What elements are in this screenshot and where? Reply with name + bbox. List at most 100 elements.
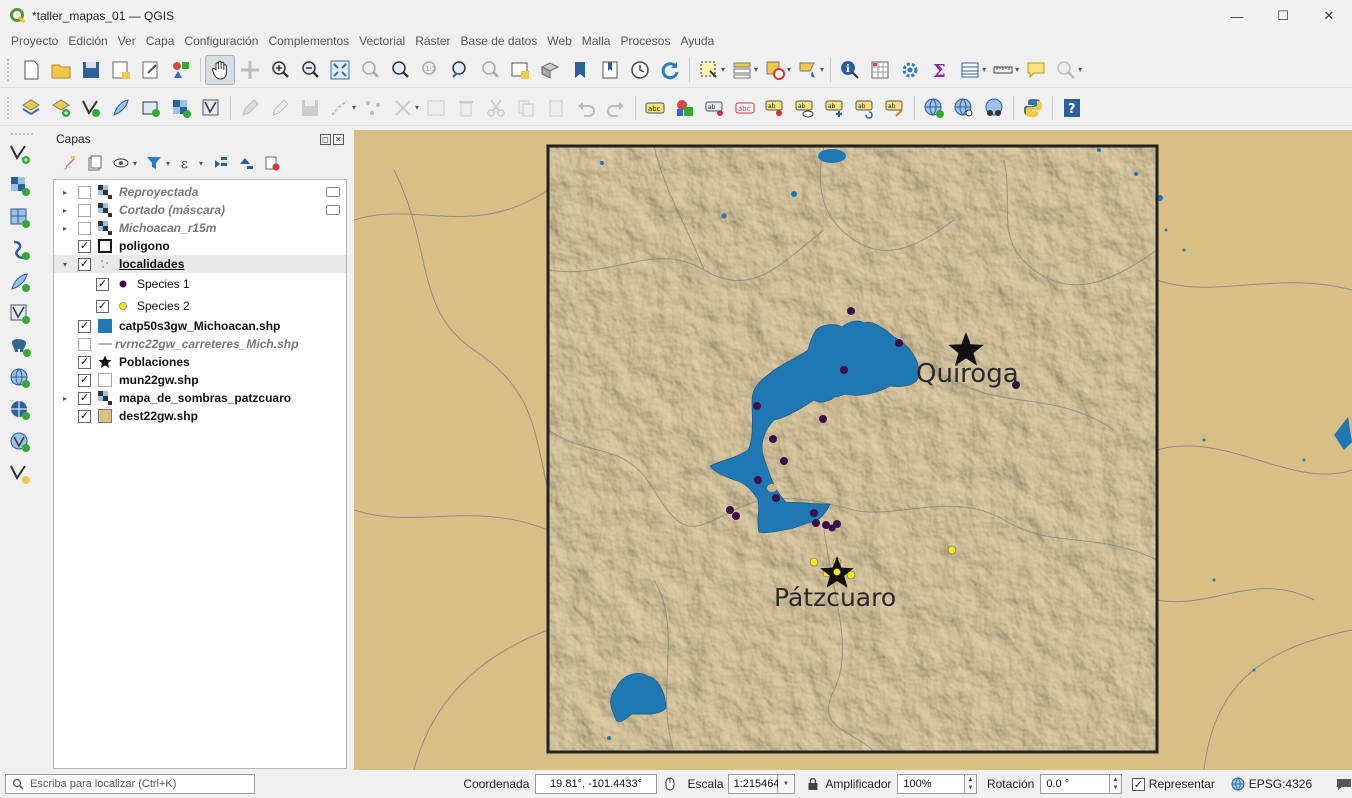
collapse-all-button[interactable] xyxy=(235,152,257,174)
layer-row-mapa-de-sombras[interactable]: ▸ ✓ mapa_de_sombras_patzcuaro xyxy=(54,389,346,407)
zoom-out-button[interactable] xyxy=(295,55,325,85)
layer-row-localidades[interactable]: ▾ ✓ localidades xyxy=(54,255,346,273)
change-label-button[interactable]: ab xyxy=(880,93,910,123)
layer-row-michoacan-r15m[interactable]: ▸ Michoacan_r15m xyxy=(54,219,346,237)
category-visibility-checkbox[interactable]: ✓ xyxy=(96,299,109,313)
maximize-button[interactable]: ☐ xyxy=(1260,0,1306,32)
float-panel-button[interactable]: ◻ xyxy=(320,133,331,145)
measure-button[interactable] xyxy=(988,55,1018,85)
zoom-in-button[interactable] xyxy=(265,55,295,85)
layer-row-species-2[interactable]: ✓ Species 2 xyxy=(54,295,346,317)
menu-malla[interactable]: Malla xyxy=(577,34,616,48)
save-project-button[interactable] xyxy=(76,55,106,85)
add-postgis-button[interactable] xyxy=(0,330,40,362)
expand-arrow-icon[interactable]: ▸ xyxy=(60,206,70,215)
expand-arrow-icon[interactable]: ▸ xyxy=(60,224,70,233)
add-wfs-button[interactable] xyxy=(0,426,40,458)
expand-arrow-icon[interactable]: ▾ xyxy=(60,260,70,269)
coordinate-field[interactable]: 19.81°, -101.4433° xyxy=(535,774,657,794)
open-layer-styling-button[interactable] xyxy=(58,152,80,174)
layer-row-mun22gw[interactable]: ✓ mun22gw.shp xyxy=(54,371,346,389)
save-edits-button[interactable] xyxy=(295,93,325,123)
layer-visibility-checkbox[interactable] xyxy=(78,337,91,351)
layer-row-poblaciones[interactable]: ✓ Poblaciones xyxy=(54,353,346,371)
diagram-button[interactable] xyxy=(670,93,700,123)
quickmapservices-button[interactable] xyxy=(979,93,1009,123)
layer-visibility-checkbox[interactable]: ✓ xyxy=(78,409,91,423)
field-calculator-button[interactable]: Σ xyxy=(925,55,955,85)
add-raster-layer-button[interactable] xyxy=(166,93,196,123)
layer-row-species-1[interactable]: ✓ Species 1 xyxy=(54,273,346,295)
menu-vectorial[interactable]: Vectorial xyxy=(354,34,410,48)
attributes-table-button[interactable] xyxy=(865,55,895,85)
crs-globe-icon[interactable] xyxy=(1231,777,1245,791)
manage-map-themes-button[interactable] xyxy=(110,152,132,174)
open-attribute-table-button[interactable] xyxy=(955,55,985,85)
add-delimited-text-button[interactable] xyxy=(0,266,40,298)
close-button[interactable]: ✕ xyxy=(1306,0,1352,32)
add-group-button[interactable] xyxy=(84,152,106,174)
add-wcs-button[interactable] xyxy=(0,394,40,426)
delete-selected-button[interactable] xyxy=(451,93,481,123)
layer-visibility-checkbox[interactable]: ✓ xyxy=(78,239,91,253)
show-hide-labels-button[interactable]: ab xyxy=(760,93,790,123)
layer-visibility-checkbox[interactable]: ✓ xyxy=(78,373,91,387)
rotation-field[interactable]: 0.0 ° xyxy=(1040,774,1110,794)
zoom-last-button[interactable] xyxy=(445,55,475,85)
menu-procesos[interactable]: Procesos xyxy=(615,34,675,48)
virtual-layer-button[interactable] xyxy=(136,93,166,123)
help-button[interactable]: ? xyxy=(1057,93,1087,123)
render-checkbox[interactable]: ✓ xyxy=(1131,777,1145,791)
zoom-to-selection-button[interactable] xyxy=(355,55,385,85)
copy-button[interactable] xyxy=(511,93,541,123)
layer-visibility-checkbox[interactable] xyxy=(78,185,91,199)
current-edits-button[interactable] xyxy=(235,93,265,123)
statistics-button[interactable] xyxy=(895,55,925,85)
zoom-next-button[interactable] xyxy=(475,55,505,85)
magnifier-field[interactable]: 100% xyxy=(897,774,966,794)
layer-row-reproyectada[interactable]: ▸ Reproyectada xyxy=(54,183,346,201)
add-vector-layer-button[interactable] xyxy=(46,93,76,123)
zoom-to-layer-button[interactable] xyxy=(385,55,415,85)
menu-complementos[interactable]: Complementos xyxy=(263,34,354,48)
layer-visibility-checkbox[interactable]: ✓ xyxy=(78,257,91,271)
add-vector-button[interactable] xyxy=(0,138,40,170)
layer-visibility-checkbox[interactable] xyxy=(78,221,91,235)
layer-visibility-checkbox[interactable]: ✓ xyxy=(78,355,91,369)
menu-edicion[interactable]: Edición xyxy=(63,34,112,48)
highlight-pinned-button[interactable]: abc xyxy=(730,93,760,123)
lock-icon[interactable] xyxy=(807,777,819,791)
metasearch-button[interactable] xyxy=(919,93,949,123)
data-source-manager-button[interactable] xyxy=(16,93,46,123)
chevron-down-icon[interactable]: ▾ xyxy=(133,159,137,168)
mouse-icon[interactable] xyxy=(662,776,678,792)
show-labels-button[interactable]: ab xyxy=(790,93,820,123)
toolbar-grip[interactable] xyxy=(6,95,10,120)
map-canvas[interactable]: Quiroga Pátzcuaro xyxy=(354,130,1352,770)
expand-all-button[interactable] xyxy=(209,152,231,174)
pan-to-selection-button[interactable] xyxy=(235,55,265,85)
new-print-layout-button[interactable] xyxy=(106,55,136,85)
metasearch-search-button[interactable] xyxy=(949,93,979,123)
redo-button[interactable] xyxy=(601,93,631,123)
digitize-line-button[interactable] xyxy=(325,93,355,123)
layer-row-poligono[interactable]: ✓ poligono xyxy=(54,237,346,255)
new-project-button[interactable] xyxy=(16,55,46,85)
style-manager-button[interactable] xyxy=(166,55,196,85)
spatial-bookmark-button[interactable] xyxy=(565,55,595,85)
menu-base-de-datos[interactable]: Base de datos xyxy=(456,34,543,48)
layer-visibility-checkbox[interactable] xyxy=(78,203,91,217)
add-mesh-button[interactable] xyxy=(0,202,40,234)
select-by-value-button[interactable] xyxy=(727,55,757,85)
deselect-button[interactable] xyxy=(760,55,790,85)
paste-button[interactable] xyxy=(541,93,571,123)
show-bookmarks-button[interactable] xyxy=(595,55,625,85)
menu-raster[interactable]: Ráster xyxy=(410,34,455,48)
expand-arrow-icon[interactable]: ▸ xyxy=(60,394,70,403)
expand-arrow-icon[interactable]: ▸ xyxy=(60,188,70,197)
layer-labeling-button[interactable]: abc xyxy=(640,93,670,123)
menu-web[interactable]: Web xyxy=(542,34,576,48)
layer-visibility-checkbox[interactable]: ✓ xyxy=(78,319,91,333)
minimize-button[interactable]: — xyxy=(1214,0,1260,32)
menu-ayuda[interactable]: Ayuda xyxy=(675,34,719,48)
